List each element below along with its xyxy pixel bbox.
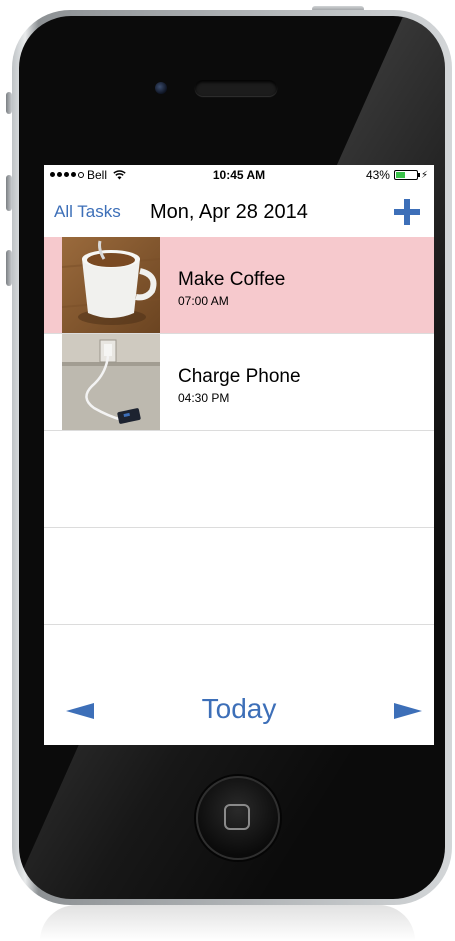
plus-icon[interactable] [394, 199, 420, 225]
task-row[interactable]: Make Coffee 07:00 AM [44, 237, 434, 334]
device-frame: Bell 10:45 AM 43% ⚡ All Tasks Mon, Apr 2… [0, 0, 455, 941]
phone-reflection [40, 905, 415, 941]
front-camera-icon [155, 82, 167, 94]
battery-percent: 43% [365, 168, 390, 182]
home-square-icon [224, 804, 250, 830]
battery-group: 43% ⚡ [366, 168, 428, 182]
page-title: Mon, Apr 28 2014 [150, 201, 308, 223]
task-name: Make Coffee [178, 269, 286, 290]
empty-row [44, 528, 434, 625]
battery-level-fill [395, 172, 406, 178]
date-navigation-bar: Today [44, 685, 434, 745]
battery-icon [393, 170, 420, 180]
task-time: 07:00 AM [178, 294, 229, 308]
phone-charger-photo [62, 334, 160, 430]
home-button[interactable] [196, 776, 280, 860]
coffee-mug-photo [62, 237, 160, 333]
task-row[interactable]: Charge Phone 04:30 PM [44, 334, 434, 431]
charging-bolt-icon: ⚡ [420, 169, 428, 181]
today-button[interactable]: Today [44, 693, 434, 725]
all-tasks-button[interactable]: All Tasks [54, 202, 121, 222]
earpiece-speaker [195, 80, 277, 96]
right-arrow-icon[interactable] [394, 703, 422, 719]
empty-row [44, 431, 434, 528]
navigation-bar: All Tasks Mon, Apr 28 2014 [44, 189, 434, 235]
status-bar: Bell 10:45 AM 43% ⚡ [44, 165, 434, 185]
task-name: Charge Phone [178, 366, 301, 387]
task-time: 04:30 PM [178, 391, 230, 405]
app-screen: Bell 10:45 AM 43% ⚡ All Tasks Mon, Apr 2… [44, 165, 434, 745]
task-list: Make Coffee 07:00 AM Charge Phone 04:30 … [44, 237, 434, 625]
